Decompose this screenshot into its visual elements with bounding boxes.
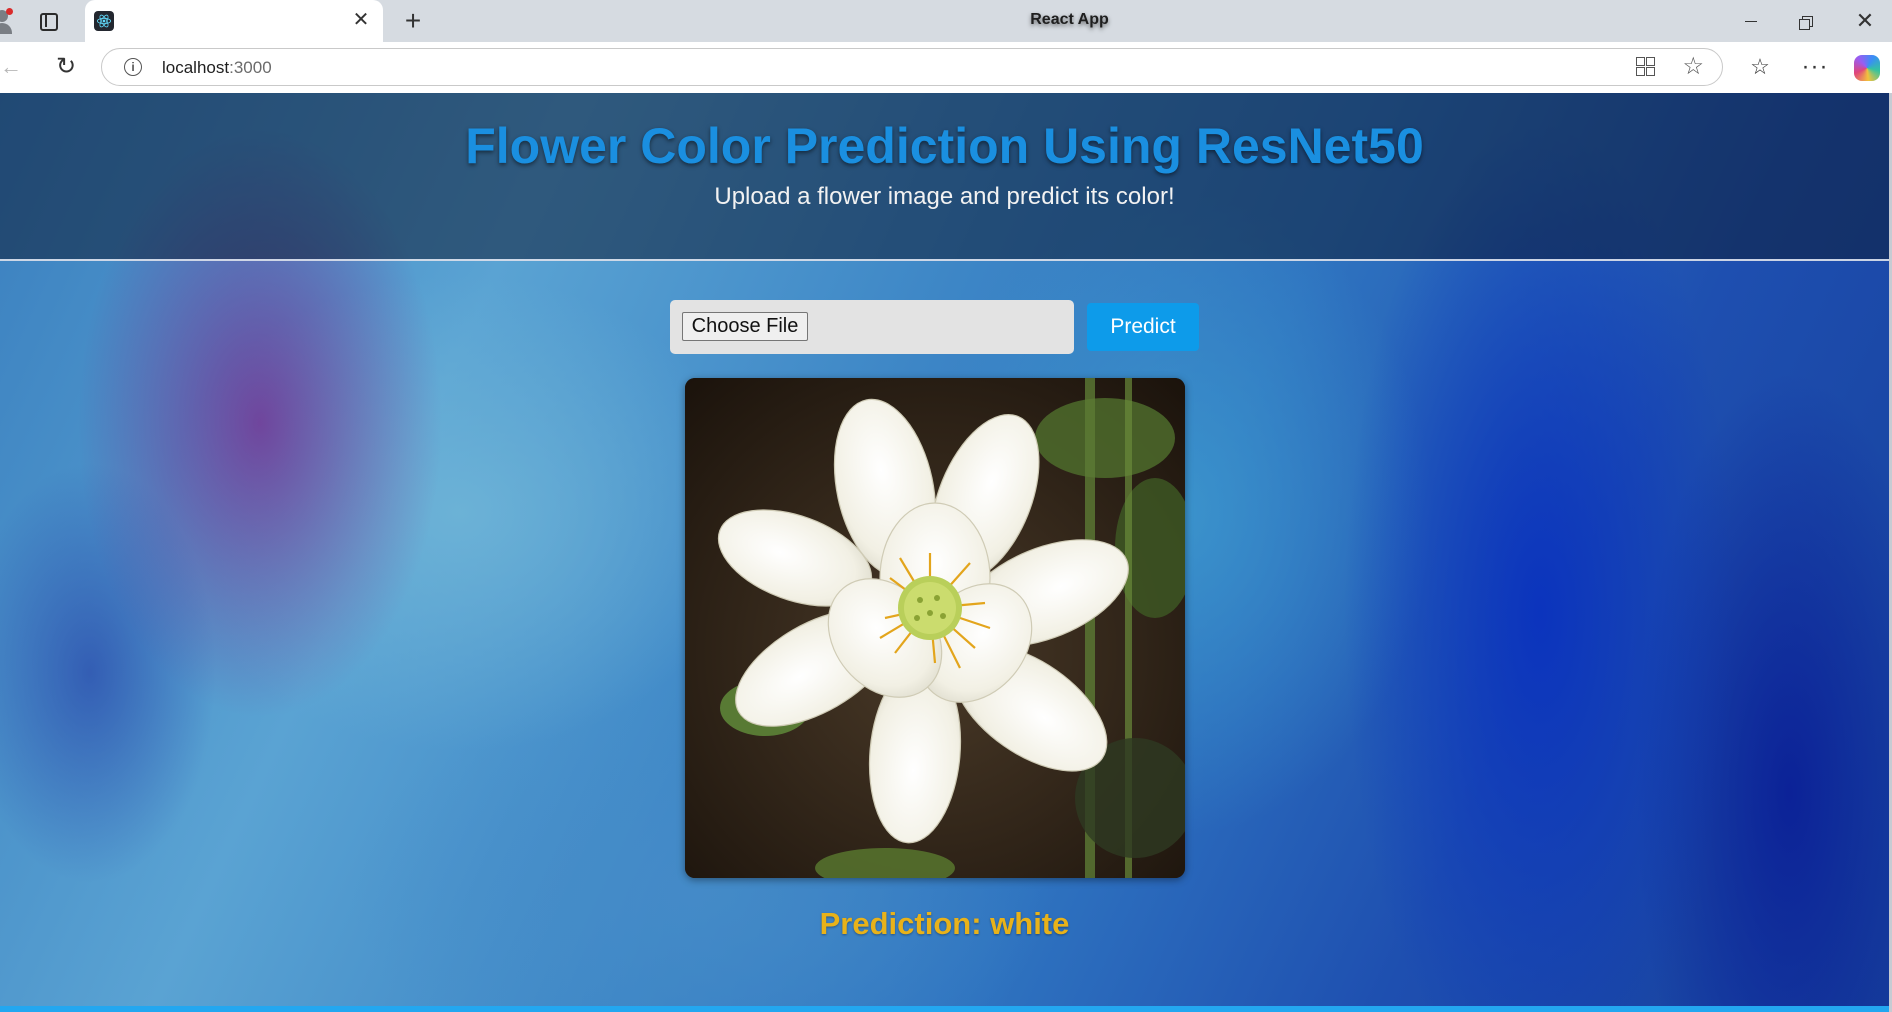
page-background: Flower Color Prediction Using ResNet50 U… — [0, 93, 1892, 1012]
star-icon[interactable]: ☆ — [1682, 53, 1704, 81]
favorites-icon[interactable]: ☆ — [1745, 53, 1775, 81]
close-icon[interactable]: ✕ — [349, 8, 373, 32]
browser-tab[interactable]: React App ✕ — [85, 0, 1109, 42]
url-host: localhost — [162, 58, 230, 77]
predict-button[interactable]: Predict — [1087, 303, 1199, 351]
tab-title: React App — [1030, 11, 1109, 28]
file-input[interactable]: Choose File — [670, 300, 1074, 354]
url-port: :3000 — [229, 58, 272, 77]
choose-file-button[interactable]: Choose File — [682, 312, 808, 341]
react-favicon-icon — [94, 11, 114, 31]
page-header: Flower Color Prediction Using ResNet50 U… — [0, 93, 1889, 261]
profile-icon[interactable] — [0, 8, 14, 34]
page-subtitle: Upload a flower image and predict its co… — [714, 183, 1175, 210]
more-icon[interactable]: ··· — [1800, 53, 1830, 81]
restore-icon[interactable] — [1784, 6, 1830, 36]
minimize-icon[interactable] — [1728, 6, 1774, 36]
bottom-strip — [0, 1006, 1889, 1012]
back-arrow-icon[interactable]: ← — [0, 54, 24, 80]
info-icon[interactable]: i — [124, 58, 142, 76]
prediction-result: Prediction: white — [819, 906, 1070, 941]
page-title: Flower Color Prediction Using ResNet50 — [465, 118, 1424, 174]
flower-image-preview — [685, 378, 1185, 878]
apps-icon[interactable] — [1636, 57, 1656, 77]
tab-actions-icon[interactable] — [36, 9, 60, 33]
reload-icon[interactable]: ↻ — [52, 53, 80, 81]
url-text[interactable]: localhost:3000 — [162, 58, 272, 78]
browser-tab-bar: React App ✕ + ✕ — [0, 0, 1892, 42]
window-close-icon[interactable]: ✕ — [1842, 6, 1888, 36]
plus-icon[interactable]: + — [398, 6, 428, 36]
address-bar[interactable]: i localhost:3000 ☆ — [101, 48, 1723, 86]
copilot-icon[interactable] — [1854, 55, 1880, 81]
browser-toolbar: ← ↻ i localhost:3000 ☆ ☆ ··· — [0, 42, 1892, 94]
